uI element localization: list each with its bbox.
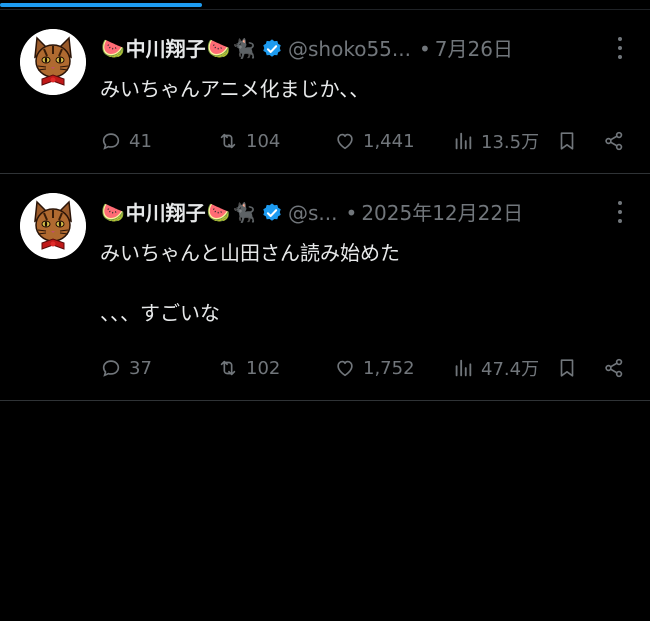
black-cat-emoji: 🐈‍⬛	[232, 38, 257, 60]
reply-button[interactable]: 41	[100, 126, 152, 156]
watermelon-emoji: 🍉	[101, 38, 125, 60]
views-icon	[455, 359, 472, 377]
like-count: 1,441	[363, 130, 415, 152]
reply-button[interactable]: 37	[100, 353, 152, 383]
share-icon	[605, 131, 623, 151]
author-name[interactable]: 中川翔子	[126, 198, 206, 228]
loading-progress-bar	[0, 0, 650, 10]
views-icon	[455, 132, 472, 150]
post-actions: 37 102 1,752 47.4万	[100, 353, 630, 383]
post-header: 🍉 中川翔子 🍉 🐈‍⬛ @s... • 2025年12月22日	[100, 198, 523, 228]
bookmark-button[interactable]	[556, 353, 578, 383]
watermelon-emoji: 🍉	[206, 202, 231, 224]
views-button[interactable]: 47.4万	[452, 353, 539, 383]
watermelon-emoji: 🍉	[206, 38, 231, 60]
post-text: みいちゃんアニメ化まじか、、	[100, 77, 370, 101]
post-actions: 41 104 1,441 13.5万	[100, 126, 630, 156]
post[interactable]: 🍉 中川翔子 🍉 🐈‍⬛ @shoko55... • 7月26日 みいちゃんアニ…	[0, 10, 650, 174]
like-count: 1,752	[363, 357, 415, 379]
share-button[interactable]	[603, 353, 625, 383]
verified-icon[interactable]	[261, 202, 283, 224]
repost-button[interactable]: 104	[217, 126, 280, 156]
avatar[interactable]	[20, 193, 86, 259]
verified-icon[interactable]	[261, 38, 283, 60]
like-icon	[337, 360, 353, 377]
more-icon[interactable]	[616, 37, 624, 59]
share-icon	[605, 358, 623, 378]
separator-dot: •	[418, 37, 431, 61]
repost-count: 104	[246, 130, 281, 152]
more-icon[interactable]	[616, 201, 624, 223]
repost-count: 102	[246, 357, 281, 379]
bookmark-icon	[560, 132, 574, 150]
black-cat-emoji: 🐈‍⬛	[232, 202, 257, 224]
author-handle[interactable]: @shoko55...	[288, 34, 411, 64]
like-button[interactable]: 1,752	[334, 353, 415, 383]
post[interactable]: 🍉 中川翔子 🍉 🐈‍⬛ @s... • 2025年12月22日 みいちゃんと山…	[0, 174, 650, 401]
bookmark-icon	[560, 359, 574, 377]
post-date[interactable]: 7月26日	[435, 34, 513, 64]
share-button[interactable]	[603, 126, 625, 156]
bookmark-button[interactable]	[556, 126, 578, 156]
repost-icon	[220, 360, 236, 376]
separator-dot: •	[345, 201, 358, 225]
repost-icon	[220, 133, 236, 149]
reply-icon	[102, 133, 120, 150]
author-handle[interactable]: @s...	[288, 198, 338, 228]
watermelon-emoji: 🍉	[101, 202, 125, 224]
post-text: みいちゃんと山田さん読み始めた 、、、すごいな	[100, 241, 400, 325]
reply-count: 37	[129, 357, 152, 379]
like-button[interactable]: 1,441	[334, 126, 415, 156]
post-date[interactable]: 2025年12月22日	[361, 198, 523, 228]
repost-button[interactable]: 102	[217, 353, 280, 383]
like-icon	[337, 133, 353, 150]
views-button[interactable]: 13.5万	[452, 126, 539, 156]
views-count: 13.5万	[481, 132, 540, 153]
reply-icon	[102, 360, 120, 377]
loading-progress-fill	[0, 3, 202, 7]
author-name[interactable]: 中川翔子	[126, 34, 206, 64]
views-count: 47.4万	[481, 359, 540, 380]
reply-count: 41	[129, 130, 152, 152]
avatar[interactable]	[20, 29, 86, 95]
post-header: 🍉 中川翔子 🍉 🐈‍⬛ @shoko55... • 7月26日	[100, 34, 513, 64]
